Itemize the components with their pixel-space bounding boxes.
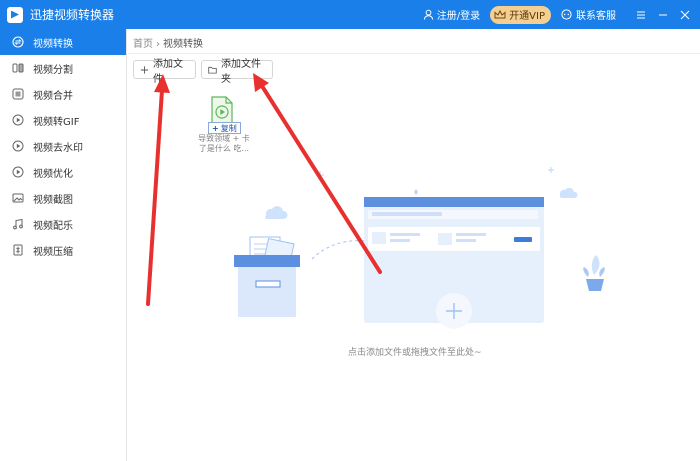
- close-icon: [680, 10, 690, 19]
- watermark-icon: [12, 140, 24, 152]
- divider: [128, 53, 700, 54]
- plus-icon: [140, 65, 149, 74]
- breadcrumb-separator: ›: [156, 39, 160, 50]
- sidebar: 视频转换 视频分割 视频合并 视频转GIF 视频去水印 视频优化 视频截图 视频…: [0, 29, 127, 461]
- user-icon: [423, 9, 433, 20]
- service-label: 联系客服: [576, 11, 616, 22]
- sidebar-item-label: 视频去水印: [33, 142, 83, 154]
- crown-icon: [494, 9, 506, 18]
- add-file-label: 添加文件: [153, 58, 183, 85]
- copy-tooltip: + 复制: [208, 122, 241, 134]
- screenshot-icon: [12, 193, 24, 203]
- convert-icon: [12, 36, 24, 48]
- sidebar-item-video-split[interactable]: 视频分割: [0, 55, 126, 81]
- add-file-button[interactable]: 添加文件: [133, 59, 196, 85]
- sidebar-item-label: 视频转换: [33, 38, 73, 50]
- breadcrumb-current: 视频转换: [163, 39, 203, 50]
- video-file-icon: [211, 96, 233, 124]
- music-icon: [13, 218, 23, 230]
- sidebar-item-video-compress[interactable]: 视频压缩: [0, 237, 126, 263]
- add-folder-label: 添加文件夹: [221, 58, 261, 85]
- app-title: 迅捷视频转换器: [30, 8, 115, 22]
- menu-button[interactable]: [630, 0, 652, 29]
- minimize-icon: [659, 14, 667, 15]
- gif-icon: [12, 114, 24, 126]
- sidebar-item-label: 视频合并: [33, 90, 73, 102]
- login-link[interactable]: 注册/登录: [423, 7, 480, 22]
- breadcrumb-home[interactable]: 首页: [133, 39, 153, 50]
- folder-icon: [208, 66, 217, 74]
- sidebar-item-label: 视频配乐: [33, 220, 73, 232]
- sidebar-item-label: 视频优化: [33, 168, 73, 180]
- sidebar-item-remove-watermark[interactable]: 视频去水印: [0, 133, 126, 159]
- close-button[interactable]: [674, 0, 696, 29]
- sidebar-item-video-optimize[interactable]: 视频优化: [0, 159, 126, 185]
- sidebar-item-label: 视频转GIF: [33, 116, 80, 128]
- optimize-icon: [12, 166, 24, 178]
- vip-label: 开通VIP: [509, 11, 545, 22]
- copy-plus-icon: +: [212, 123, 219, 133]
- empty-state-illustration[interactable]: [216, 149, 606, 329]
- sidebar-item-video-to-gif[interactable]: 视频转GIF: [0, 107, 126, 133]
- main-panel: 首页 › 视频转换 添加文件 添加文件夹 + 复制 导致领域 + 卡了是什么 吃..…: [128, 29, 700, 461]
- vip-button[interactable]: 开通VIP: [490, 5, 551, 24]
- sidebar-item-video-merge[interactable]: 视频合并: [0, 81, 126, 107]
- breadcrumb: 首页 › 视频转换: [133, 35, 203, 50]
- compress-icon: [13, 244, 23, 256]
- copy-tip-label: 复制: [220, 123, 237, 133]
- sidebar-item-label: 视频压缩: [33, 246, 73, 258]
- add-folder-button[interactable]: 添加文件夹: [201, 59, 273, 85]
- empty-hint-text: 点击添加文件或拖拽文件至此处~: [348, 348, 482, 358]
- split-icon: [12, 63, 24, 73]
- minimize-button[interactable]: [652, 0, 674, 29]
- app-logo-icon: [7, 6, 23, 23]
- sidebar-item-label: 视频截图: [33, 194, 73, 206]
- sidebar-item-video-music[interactable]: 视频配乐: [0, 211, 126, 237]
- sidebar-item-video-screenshot[interactable]: 视频截图: [0, 185, 126, 211]
- sidebar-item-label: 视频分割: [33, 64, 73, 76]
- contact-service-link[interactable]: 联系客服: [561, 7, 616, 22]
- menu-icon: [637, 11, 645, 18]
- title-bar: 迅捷视频转换器 注册/登录 开通VIP 联系客服: [0, 0, 700, 29]
- sidebar-item-video-convert[interactable]: 视频转换: [0, 29, 126, 55]
- headset-icon: [561, 9, 572, 20]
- login-label: 注册/登录: [436, 11, 481, 22]
- merge-icon: [12, 88, 24, 100]
